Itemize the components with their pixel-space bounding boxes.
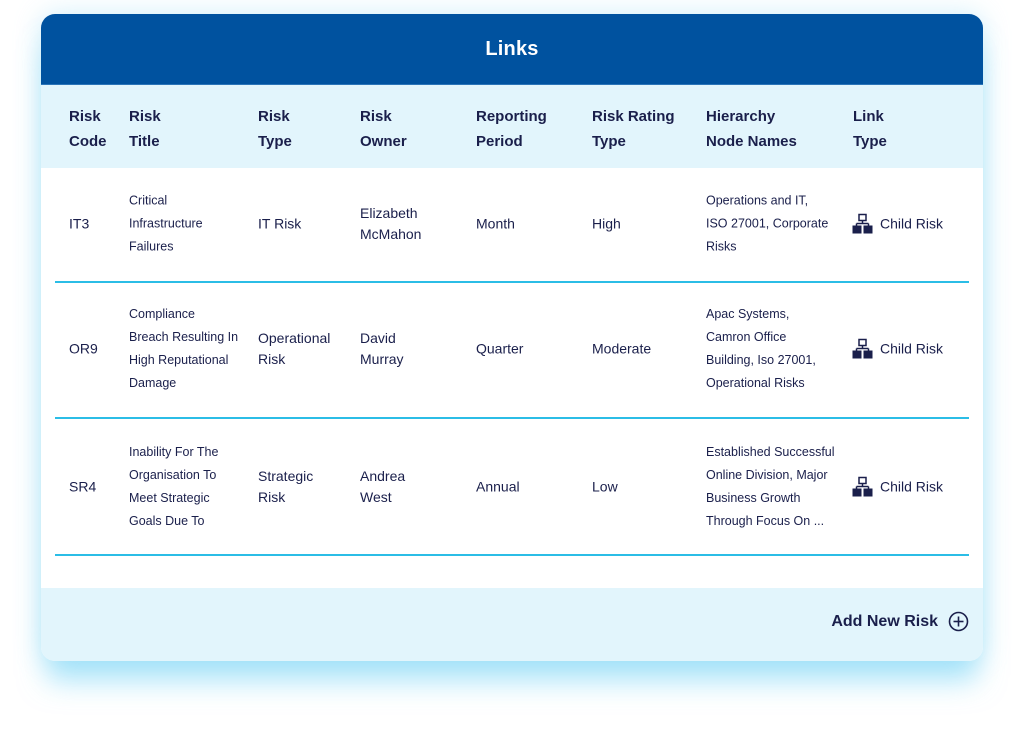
column-header-link-type[interactable]: Link Type — [853, 104, 887, 154]
column-header-reporting-period[interactable]: Reporting Period — [476, 104, 547, 154]
link-type[interactable]: Child Risk — [852, 338, 944, 360]
column-header-risk-owner[interactable]: Risk Owner — [360, 104, 407, 154]
risk-code[interactable]: SR4 — [69, 477, 96, 498]
risk-code[interactable]: OR9 — [69, 339, 98, 360]
hierarchy-node-names: Apac Systems, Camron Office Building, Is… — [706, 307, 816, 390]
panel-header: Links — [41, 14, 983, 85]
reporting-period: Month — [476, 215, 515, 232]
plus-circle-icon — [948, 611, 969, 632]
add-new-risk-label: Add New Risk — [831, 612, 938, 630]
reporting-period: Quarter — [476, 340, 524, 357]
hierarchy-node-names: Established Successful Online Division, … — [706, 445, 835, 528]
risk-code[interactable]: IT3 — [69, 214, 89, 235]
table-body: IT3 Critical Infrastructure Failures IT … — [41, 168, 983, 589]
links-panel: Links Risk Code Risk Title Risk Type Ris… — [41, 14, 983, 661]
risk-owner: Elizabeth McMahon — [360, 205, 422, 242]
link-type[interactable]: Child Risk — [852, 213, 944, 235]
risk-type: Operational Risk — [258, 330, 331, 367]
risk-owner: Andrea West — [360, 468, 406, 505]
column-header-risk-rating-type[interactable]: Risk Rating Type — [592, 104, 675, 154]
risk-title: Critical Infrastructure Failures — [129, 193, 203, 254]
link-type-label: Child Risk — [880, 478, 944, 495]
risk-type: IT Risk — [258, 215, 302, 232]
reporting-period: Annual — [476, 478, 520, 495]
column-header-hierarchy-node-names[interactable]: Hierarchy Node Names — [706, 104, 797, 154]
link-type-label: Child Risk — [880, 215, 944, 232]
risk-rating: High — [592, 215, 621, 232]
risk-type: Strategic Risk — [258, 468, 314, 505]
link-type-label: Child Risk — [880, 340, 944, 357]
table-header: Risk Code Risk Title Risk Type Risk Owne… — [41, 85, 983, 168]
add-new-risk-button[interactable]: Add New Risk — [831, 611, 969, 632]
column-header-risk-type[interactable]: Risk Type — [258, 104, 292, 154]
panel-footer: Add New Risk — [41, 588, 983, 661]
risk-title: Inability For The Organisation To Meet S… — [129, 445, 219, 528]
risk-rating: Moderate — [592, 340, 652, 357]
panel-title: Links — [485, 37, 539, 60]
risk-rating: Low — [592, 478, 618, 495]
table-row[interactable]: OR9 Compliance Breach Resulting In High … — [55, 283, 969, 419]
hierarchy-icon — [852, 213, 873, 234]
link-type[interactable]: Child Risk — [852, 476, 944, 498]
hierarchy-icon — [852, 338, 873, 359]
column-header-risk-title[interactable]: Risk Title — [129, 104, 161, 154]
table-row[interactable]: IT3 Critical Infrastructure Failures IT … — [55, 168, 969, 283]
table-row[interactable]: SR4 Inability For The Organisation To Me… — [55, 419, 969, 556]
column-header-risk-code[interactable]: Risk Code — [69, 104, 107, 154]
risk-title: Compliance Breach Resulting In High Repu… — [129, 307, 239, 390]
risk-owner: David Murray — [360, 330, 404, 367]
hierarchy-icon — [852, 476, 873, 497]
hierarchy-node-names: Operations and IT, ISO 27001, Corporate … — [706, 193, 829, 254]
